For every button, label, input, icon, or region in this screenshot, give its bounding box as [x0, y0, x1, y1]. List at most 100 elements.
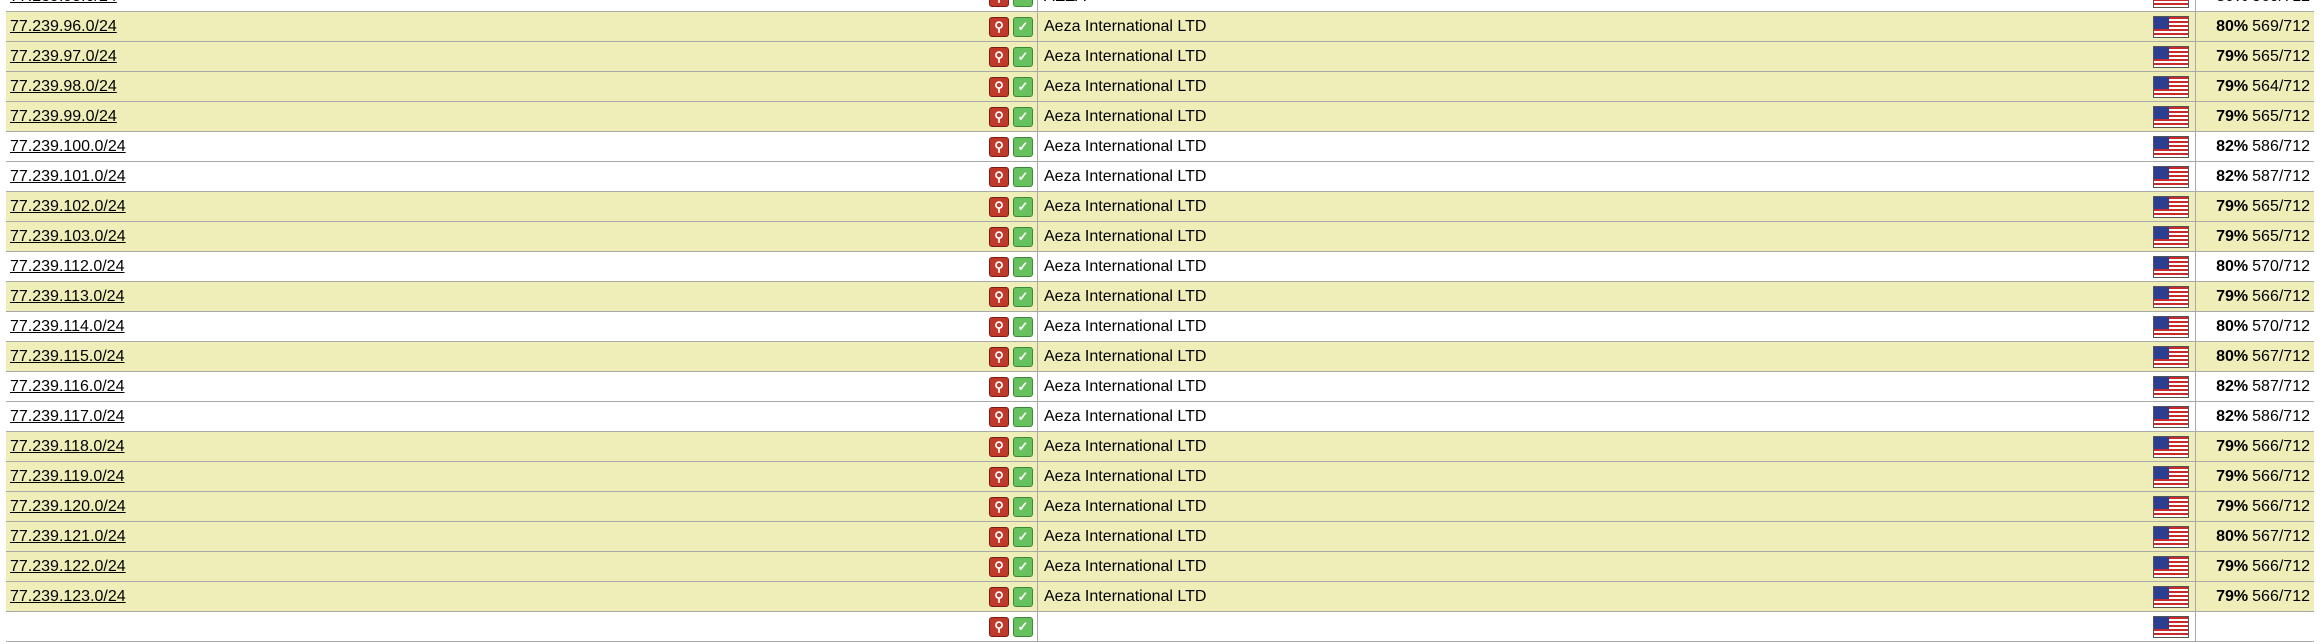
organization-name: Aeza International LTD [1044, 317, 1207, 335]
magnifier-icon[interactable]: ⚲ [989, 226, 1009, 247]
row-actions: ⚲ ✓ [989, 136, 1037, 157]
checkmark-icon[interactable]: ✓ [1013, 436, 1033, 457]
score-count: 566/712 [2252, 287, 2310, 305]
us-flag-icon [2153, 225, 2189, 248]
network-link[interactable]: 77.239.103.0/24 [10, 228, 126, 246]
score-cell: 80% 569/712 [2196, 12, 2314, 41]
checkmark-icon[interactable]: ✓ [1013, 106, 1033, 127]
magnifier-icon[interactable]: ⚲ [989, 166, 1009, 187]
magnifier-icon[interactable]: ⚲ [989, 256, 1009, 277]
network-link[interactable]: 77.239.96.0/24 [10, 18, 117, 36]
magnifier-icon[interactable]: ⚲ [989, 616, 1009, 637]
checkmark-icon[interactable]: ✓ [1013, 226, 1033, 247]
magnifier-icon[interactable]: ⚲ [989, 346, 1009, 367]
magnifier-icon[interactable]: ⚲ [989, 316, 1009, 337]
magnifier-icon[interactable]: ⚲ [989, 526, 1009, 547]
network-link[interactable]: 77.239.112.0/24 [10, 258, 124, 276]
score-percent: 80% [2216, 17, 2249, 35]
magnifier-icon[interactable]: ⚲ [989, 76, 1009, 97]
row-actions: ⚲ ✓ [989, 346, 1037, 367]
checkmark-icon[interactable]: ✓ [1013, 256, 1033, 277]
network-link[interactable]: 77.239.123.0/24 [10, 588, 126, 606]
network-link[interactable]: 77.239.95.0/24 [10, 0, 117, 6]
us-flag-icon [2153, 0, 2189, 8]
magnifier-icon[interactable]: ⚲ [989, 586, 1009, 607]
network-link[interactable]: 77.239.115.0/24 [10, 348, 124, 366]
network-cell: 77.239.101.0/24 ⚲ ✓ [6, 162, 1038, 191]
checkmark-icon[interactable]: ✓ [1013, 0, 1033, 7]
checkmark-icon[interactable]: ✓ [1013, 166, 1033, 187]
checkmark-icon[interactable]: ✓ [1013, 406, 1033, 427]
network-link[interactable]: 77.239.101.0/24 [10, 168, 126, 186]
magnifier-icon[interactable]: ⚲ [989, 136, 1009, 157]
network-link[interactable]: 77.239.99.0/24 [10, 108, 117, 126]
network-link[interactable]: 77.239.102.0/24 [10, 198, 126, 216]
magnifier-icon[interactable]: ⚲ [989, 16, 1009, 37]
organization-name: Aeza International LTD [1044, 17, 1207, 35]
score-cell: 82% 586/712 [2196, 132, 2314, 161]
checkmark-icon[interactable]: ✓ [1013, 496, 1033, 517]
checkmark-icon[interactable]: ✓ [1013, 136, 1033, 157]
checkmark-icon[interactable]: ✓ [1013, 76, 1033, 97]
network-link[interactable]: 77.239.117.0/24 [10, 408, 124, 426]
organization-cell: Aeza International LTD [1038, 492, 2196, 521]
checkmark-icon[interactable]: ✓ [1013, 46, 1033, 67]
score-count: 569/712 [2252, 0, 2310, 6]
row-actions: ⚲ ✓ [989, 556, 1037, 577]
checkmark-icon[interactable]: ✓ [1013, 376, 1033, 397]
network-cell: 77.239.95.0/24 ⚲ ✓ [6, 0, 1038, 11]
organization-cell: Aeza International LTD [1038, 162, 2196, 191]
score-count: 570/712 [2252, 317, 2310, 335]
checkmark-icon[interactable]: ✓ [1013, 346, 1033, 367]
checkmark-icon[interactable]: ✓ [1013, 586, 1033, 607]
organization-cell [1038, 612, 2196, 641]
magnifier-icon[interactable]: ⚲ [989, 496, 1009, 517]
organization-cell: Aeza International LTD [1038, 522, 2196, 551]
checkmark-icon[interactable]: ✓ [1013, 526, 1033, 547]
checkmark-icon[interactable]: ✓ [1013, 556, 1033, 577]
magnifier-icon[interactable]: ⚲ [989, 106, 1009, 127]
magnifier-icon[interactable]: ⚲ [989, 286, 1009, 307]
table-row: 77.239.96.0/24 ⚲ ✓ Aeza International LT… [6, 12, 2314, 42]
network-link[interactable]: 77.239.120.0/24 [10, 498, 126, 516]
magnifier-icon[interactable]: ⚲ [989, 406, 1009, 427]
checkmark-icon[interactable]: ✓ [1013, 466, 1033, 487]
score-count: 566/712 [2252, 557, 2310, 575]
row-actions: ⚲ ✓ [989, 496, 1037, 517]
magnifier-icon[interactable]: ⚲ [989, 196, 1009, 217]
checkmark-icon[interactable]: ✓ [1013, 196, 1033, 217]
network-link[interactable]: 77.239.116.0/24 [10, 378, 124, 396]
network-link[interactable]: 77.239.119.0/24 [10, 468, 124, 486]
network-link[interactable]: 77.239.118.0/24 [10, 438, 124, 456]
network-cell: 77.239.114.0/24 ⚲ ✓ [6, 312, 1038, 341]
magnifier-icon[interactable]: ⚲ [989, 466, 1009, 487]
network-cell: 77.239.118.0/24 ⚲ ✓ [6, 432, 1038, 461]
magnifier-icon[interactable]: ⚲ [989, 556, 1009, 577]
checkmark-icon[interactable]: ✓ [1013, 286, 1033, 307]
magnifier-icon[interactable]: ⚲ [989, 0, 1009, 7]
magnifier-icon[interactable]: ⚲ [989, 46, 1009, 67]
network-link[interactable]: 77.239.97.0/24 [10, 48, 117, 66]
score-count: 587/712 [2252, 377, 2310, 395]
row-actions: ⚲ ✓ [989, 46, 1037, 67]
network-cell: 77.239.112.0/24 ⚲ ✓ [6, 252, 1038, 281]
table-row: 77.239.97.0/24 ⚲ ✓ Aeza International LT… [6, 42, 2314, 72]
network-link[interactable]: 77.239.121.0/24 [10, 528, 126, 546]
network-link[interactable]: 77.239.122.0/24 [10, 558, 126, 576]
network-link[interactable]: 77.239.98.0/24 [10, 78, 117, 96]
magnifier-icon[interactable]: ⚲ [989, 436, 1009, 457]
score-cell: 79% 564/712 [2196, 72, 2314, 101]
network-cell: 77.239.122.0/24 ⚲ ✓ [6, 552, 1038, 581]
network-link[interactable]: 77.239.113.0/24 [10, 288, 124, 306]
magnifier-icon[interactable]: ⚲ [989, 376, 1009, 397]
score-percent: 82% [2216, 167, 2249, 185]
score-cell: 79% 566/712 [2196, 552, 2314, 581]
score-count: 566/712 [2252, 437, 2310, 455]
checkmark-icon[interactable]: ✓ [1013, 616, 1033, 637]
checkmark-icon[interactable]: ✓ [1013, 316, 1033, 337]
organization-cell: Aeza International LTD [1038, 282, 2196, 311]
network-link[interactable]: 77.239.114.0/24 [10, 318, 124, 336]
score-cell: 79% 566/712 [2196, 462, 2314, 491]
network-link[interactable]: 77.239.100.0/24 [10, 138, 126, 156]
checkmark-icon[interactable]: ✓ [1013, 16, 1033, 37]
